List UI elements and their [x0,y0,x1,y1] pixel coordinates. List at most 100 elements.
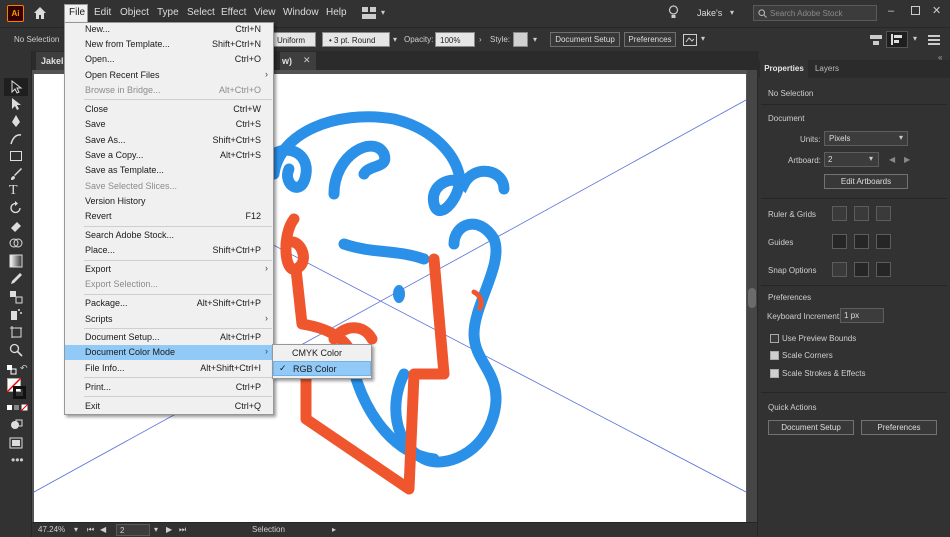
minimize-icon[interactable]: – [888,5,894,17]
menu-item-open[interactable]: Open... Ctrl+O [65,52,273,67]
chevron-down-icon[interactable]: ▾ [730,8,734,17]
more-tools-icon[interactable]: ••• [11,453,24,467]
scale-strokes-checkbox[interactable] [770,369,779,378]
menu-object[interactable]: Object [120,7,149,18]
artboard-select[interactable]: 2 ▾ [824,152,879,167]
panel-menu-icon[interactable] [928,34,940,46]
tab-layers[interactable]: Layers [810,60,844,78]
direct-selection-tool-icon[interactable] [9,97,23,111]
menu-item-print[interactable]: Print... Ctrl+P [65,380,273,395]
menu-type[interactable]: Type [157,7,179,18]
draw-mode-icon[interactable] [9,418,23,432]
maximize-icon[interactable] [911,6,920,15]
paintbrush-tool-icon[interactable] [9,167,23,181]
menu-window[interactable]: Window [283,7,319,18]
ruler-icon[interactable] [832,206,847,221]
chevron-right-icon[interactable]: › [479,35,482,44]
prev-artboard-icon[interactable]: ◀ [100,525,106,534]
menu-item-revert[interactable]: Revert F12 [65,209,273,224]
pen-tool-icon[interactable] [9,114,23,128]
menu-item-save[interactable]: Save Ctrl+S [65,117,273,132]
edit-artboards-button[interactable]: Edit Artboards [824,174,908,189]
menu-edit[interactable]: Edit [94,7,111,18]
menu-item-exit[interactable]: Exit Ctrl+Q [65,399,273,414]
menu-item-package[interactable]: Package... Alt+Shift+Ctrl+P [65,296,273,311]
type-tool-icon[interactable]: T [9,183,23,198]
menu-item-open-recent[interactable]: Open Recent Files › [65,68,273,83]
chevron-down-icon[interactable]: ▾ [74,525,78,534]
menu-item-export[interactable]: Export › [65,262,273,277]
menu-item-new[interactable]: New... Ctrl+N [65,22,273,37]
chevron-down-icon[interactable]: ▾ [913,34,917,43]
zoom-level[interactable]: 47.24% [38,525,65,534]
menu-item-save-template[interactable]: Save as Template... [65,163,273,178]
preferences-button[interactable]: Preferences [624,32,676,47]
user-name[interactable]: Jake's [697,8,722,18]
gradient-tool-icon[interactable] [9,254,23,268]
rotate-tool-icon[interactable] [9,201,23,215]
style-swatch[interactable] [513,32,528,47]
align-icon[interactable] [870,33,882,47]
color-mode-icon[interactable] [7,405,12,410]
menu-item-search-stock[interactable]: Search Adobe Stock... [65,228,273,243]
workspace-switcher-icon[interactable] [362,7,376,19]
gradient-mode-icon[interactable] [14,405,19,410]
chevron-down-icon[interactable]: ▾ [533,35,537,44]
show-guides-icon[interactable] [832,234,847,249]
menu-item-save-as[interactable]: Save As... Shift+Ctrl+S [65,133,273,148]
eraser-tool-icon[interactable] [9,219,23,233]
menu-item-save-copy[interactable]: Save a Copy... Alt+Ctrl+S [65,148,273,163]
smart-guides-icon[interactable] [876,234,891,249]
stock-search-input[interactable]: Search Adobe Stock [753,5,877,21]
orange-mouth[interactable] [328,322,378,345]
artboard-number-input[interactable]: 2 [116,524,150,536]
orange-curl-left[interactable] [280,213,309,275]
document-tab-end[interactable]: w) [280,52,316,70]
next-artboard-icon[interactable]: ▶ [904,155,910,164]
screen-mode-icon[interactable] [9,436,23,450]
menu-item-close[interactable]: Close Ctrl+W [65,102,273,117]
gpu-preview-icon[interactable] [683,34,697,46]
snap-to-glyph-icon[interactable] [876,262,891,277]
last-artboard-icon[interactable]: ⏭ [179,525,186,535]
menu-item-scripts[interactable]: Scripts › [65,312,273,327]
close-tab-icon[interactable]: ✕ [303,55,311,66]
submenu-item-cmyk[interactable]: CMYK Color [273,346,371,361]
none-mode-icon[interactable] [21,404,28,411]
opacity-input[interactable]: 100% [435,32,475,47]
stroke-profile-select[interactable]: Uniform [272,32,316,47]
tab-properties[interactable]: Properties [760,60,808,78]
menu-item-version-history[interactable]: Version History [65,194,273,209]
lock-guides-icon[interactable] [854,234,869,249]
curvature-tool-icon[interactable] [9,132,23,146]
zoom-tool-icon[interactable] [9,343,23,357]
blue-nose-line[interactable] [338,238,430,265]
blue-eye[interactable] [393,285,405,303]
chevron-down-icon[interactable]: ▾ [701,34,705,43]
menu-item-file-info[interactable]: File Info... Alt+Shift+Ctrl+I [65,361,273,376]
scale-corners-checkbox[interactable] [770,351,779,360]
menu-file[interactable]: File [69,7,85,18]
blend-tool-icon[interactable] [9,290,23,304]
quick-preferences-button[interactable]: Preferences [861,420,937,435]
chevron-down-icon[interactable]: ▾ [393,35,397,44]
menu-effect[interactable]: Effect [221,7,246,18]
eyedropper-tool-icon[interactable] [9,272,23,286]
first-artboard-icon[interactable]: ⏮ [87,525,94,535]
lightbulb-icon[interactable] [668,5,679,20]
menu-view[interactable]: View [254,7,276,18]
next-artboard-icon[interactable]: ▶ [166,525,172,534]
shape-builder-tool-icon[interactable] [9,236,23,250]
menu-help[interactable]: Help [326,7,347,18]
snap-to-point-icon[interactable] [832,262,847,277]
menu-item-place[interactable]: Place... Shift+Ctrl+P [65,243,273,258]
menu-item-document-setup[interactable]: Document Setup... Alt+Ctrl+P [65,330,273,345]
use-preview-bounds-checkbox[interactable] [770,334,779,343]
transparency-grid-icon[interactable] [876,206,891,221]
close-icon[interactable]: ✕ [932,4,941,17]
chevron-right-icon[interactable]: ▸ [332,525,336,534]
quick-document-setup-button[interactable]: Document Setup [768,420,854,435]
menu-select[interactable]: Select [187,7,215,18]
chevron-down-icon[interactable]: ▾ [154,525,158,534]
rectangle-tool-icon[interactable] [9,149,23,163]
